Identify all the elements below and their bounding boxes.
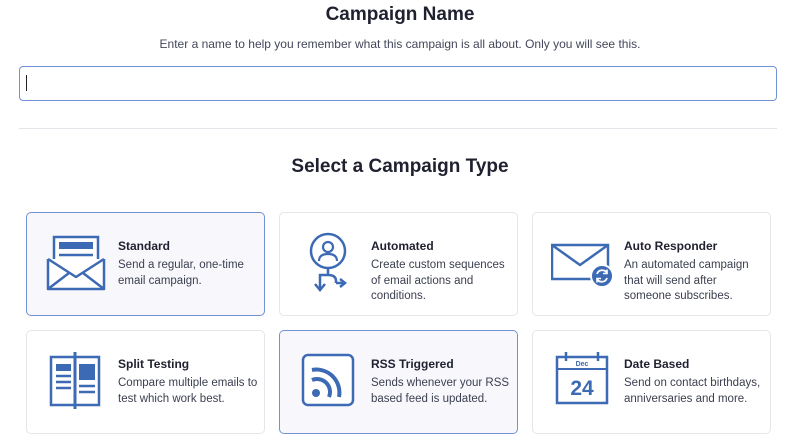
campaign-type-description: An automated campaign that will send aft… [624,259,749,302]
split-document-icon [45,349,107,411]
campaign-type-title: Automated [371,239,434,253]
campaign-type-description: Compare multiple emails to test which wo… [118,377,258,405]
calendar-day-label: 24 [570,377,594,400]
campaign-type-rss-triggered[interactable]: RSS Triggered Sends whenever your RSS ba… [279,330,518,434]
campaign-type-automated[interactable]: Automated Create custom sequences of ema… [279,212,518,316]
campaign-type-title: Date Based [624,357,690,371]
campaign-type-date-based[interactable]: Dec 24 Date Based Send on contact birthd… [532,330,771,434]
user-flow-icon [298,231,360,293]
campaign-type-description: Sends whenever your RSS based feed is up… [371,377,510,405]
campaign-type-description: Create custom sequences of email actions… [371,259,505,302]
campaign-name-input[interactable] [19,66,777,101]
campaign-type-description: Send a regular, one-time email campaign. [118,259,244,287]
envelope-newsletter-icon [45,231,107,293]
text-caret [26,75,27,91]
campaign-type-title: Auto Responder [624,239,718,253]
page-title: Campaign Name [325,4,475,25]
campaign-type-description: Send on contact birthdays, anniversaries… [624,377,761,405]
calendar-icon: Dec 24 [551,349,613,411]
section-title: Select a Campaign Type [291,156,509,177]
campaign-type-auto-responder[interactable]: Auto Responder An automated campaign tha… [532,212,771,316]
campaign-type-title: RSS Triggered [371,357,454,371]
campaign-type-title: Split Testing [118,357,190,371]
calendar-month-label: Dec [576,361,589,368]
rss-icon [298,349,360,411]
page-subtitle: Enter a name to help you remember what t… [159,37,641,51]
envelope-refresh-icon [551,231,613,293]
campaign-type-standard[interactable]: Standard Send a regular, one-time email … [26,212,265,316]
divider [19,128,777,129]
campaign-type-title: Standard [118,239,171,253]
campaign-type-split-testing[interactable]: Split Testing Compare multiple emails to… [26,330,265,434]
